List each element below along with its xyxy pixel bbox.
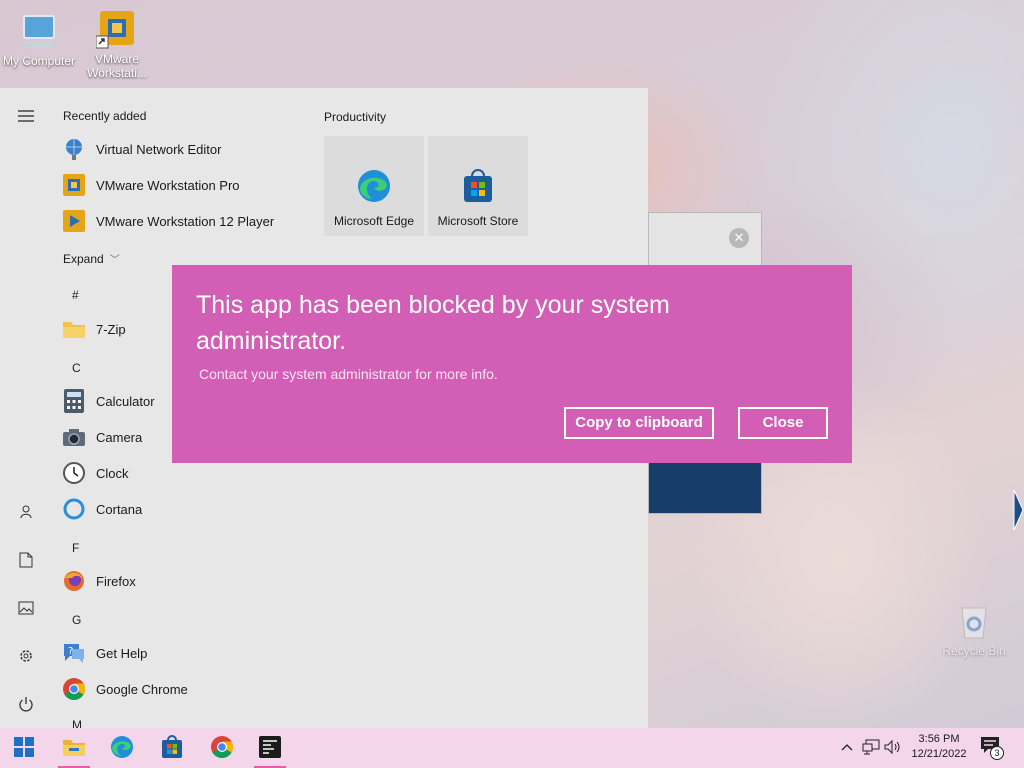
desktop-icon-recycle-bin[interactable]: Recycle Bin [935, 600, 1013, 658]
notification-badge: 3 [990, 746, 1004, 760]
app-google-chrome[interactable]: Google Chrome [62, 674, 302, 704]
volume-icon[interactable] [884, 738, 902, 756]
group-letter-c[interactable]: C [72, 361, 81, 375]
app-label: Calculator [96, 393, 155, 409]
clock-date: 12/21/2022 [911, 748, 967, 760]
app-label: VMware Workstation Pro [96, 177, 240, 193]
taskbar-chrome[interactable] [198, 728, 246, 768]
app-label: Get Help [96, 645, 148, 661]
terminal-icon [259, 735, 281, 761]
desktop-icon-label: VMware Workstati... [87, 52, 147, 80]
tile-microsoft-store[interactable]: Microsoft Store [428, 136, 528, 236]
store-icon [460, 168, 496, 204]
network-globe-icon [62, 137, 86, 161]
hamburger-icon[interactable] [16, 106, 36, 126]
desktop-icon-label: Recycle Bin [942, 644, 1006, 658]
close-icon[interactable]: ✕ [729, 228, 749, 248]
recycle-bin-icon [953, 600, 995, 642]
copy-to-clipboard-button[interactable]: Copy to clipboard [564, 407, 714, 439]
action-center-button[interactable]: 3 [980, 736, 1006, 762]
close-button[interactable]: Close [738, 407, 828, 439]
vmware-player-icon [62, 209, 86, 233]
app-label: VMware Workstation 12 Player [96, 213, 275, 229]
chevron-right-icon [1012, 488, 1024, 532]
app-label: 7-Zip [96, 321, 126, 337]
app-label: Google Chrome [96, 681, 188, 697]
desktop-icon-label: My Computer [2, 54, 76, 68]
chevron-up-icon[interactable] [838, 738, 856, 756]
cortana-icon [62, 497, 86, 521]
chevron-down-icon: ﹀ [109, 255, 120, 266]
network-icon[interactable] [862, 738, 880, 756]
firefox-icon [62, 569, 86, 593]
settings-icon[interactable] [16, 646, 36, 666]
tile-label: Microsoft Edge [333, 214, 415, 228]
app-label: Cortana [96, 501, 143, 517]
app-vmware-workstation-pro[interactable]: VMware Workstation Pro [62, 170, 302, 200]
chrome-icon [210, 735, 234, 762]
calculator-icon [62, 389, 86, 413]
group-letter-hash[interactable]: # [72, 288, 79, 302]
app-label: Camera [96, 429, 143, 445]
documents-icon[interactable] [16, 550, 36, 570]
computer-icon [18, 10, 60, 52]
svg-text:?: ? [68, 646, 73, 657]
vmware-icon [95, 8, 138, 50]
user-icon[interactable] [16, 502, 36, 522]
pictures-icon[interactable] [16, 598, 36, 618]
app-cortana[interactable]: Cortana [62, 494, 302, 524]
app-firefox[interactable]: Firefox [62, 566, 302, 596]
group-letter-f[interactable]: F [72, 541, 79, 555]
dialog-title: This app has been blocked by your system… [196, 291, 670, 355]
start-button[interactable] [0, 728, 48, 768]
tile-microsoft-edge[interactable]: Microsoft Edge [324, 136, 424, 236]
app-get-help[interactable]: ? Get Help [62, 638, 302, 668]
taskbar-clock[interactable]: 3:56 PM 12/21/2022 [904, 732, 974, 762]
vmware-icon [62, 173, 86, 197]
app-vmware-workstation-player[interactable]: VMware Workstation 12 Player [62, 206, 302, 236]
recently-added-header: Recently added [63, 109, 147, 123]
taskbar-terminal[interactable] [246, 728, 294, 768]
windows-start-icon [14, 736, 34, 760]
edge-icon [356, 168, 392, 204]
file-explorer-icon [62, 737, 86, 760]
edge-icon [110, 735, 134, 762]
taskbar-edge[interactable] [98, 728, 146, 768]
app-label: Clock [96, 465, 129, 481]
expand-label: Expand [63, 251, 104, 266]
app-virtual-network-editor[interactable]: Virtual Network Editor [62, 134, 302, 164]
camera-icon [62, 425, 86, 449]
app-label: Firefox [96, 573, 136, 589]
taskbar-file-explorer[interactable] [50, 728, 98, 768]
tile-label: Microsoft Store [437, 214, 519, 228]
desktop-icon-my-computer[interactable]: My Computer [0, 10, 78, 68]
tiles-header: Productivity [324, 110, 387, 124]
group-letter-g[interactable]: G [72, 613, 81, 627]
help-icon: ? [62, 641, 86, 665]
chrome-icon [62, 677, 86, 701]
expand-button[interactable]: Expand ﹀ [63, 251, 120, 267]
desktop-icon-vmware[interactable]: VMware Workstati... [78, 8, 156, 80]
folder-icon [62, 317, 86, 341]
clock-icon [62, 461, 86, 485]
dialog-message: Contact your system administrator for mo… [199, 366, 498, 382]
group-letter-m[interactable]: M [72, 718, 82, 728]
taskbar-store[interactable] [148, 728, 196, 768]
clock-time: 3:56 PM [918, 733, 960, 745]
window-content-panel [649, 461, 761, 513]
power-icon[interactable] [16, 694, 36, 714]
blocked-app-dialog: This app has been blocked by your system… [172, 265, 852, 463]
app-label: Virtual Network Editor [96, 141, 222, 157]
taskbar: 3:56 PM 12/21/2022 3 [0, 728, 1024, 768]
store-icon [160, 734, 184, 762]
start-rail [0, 88, 50, 728]
